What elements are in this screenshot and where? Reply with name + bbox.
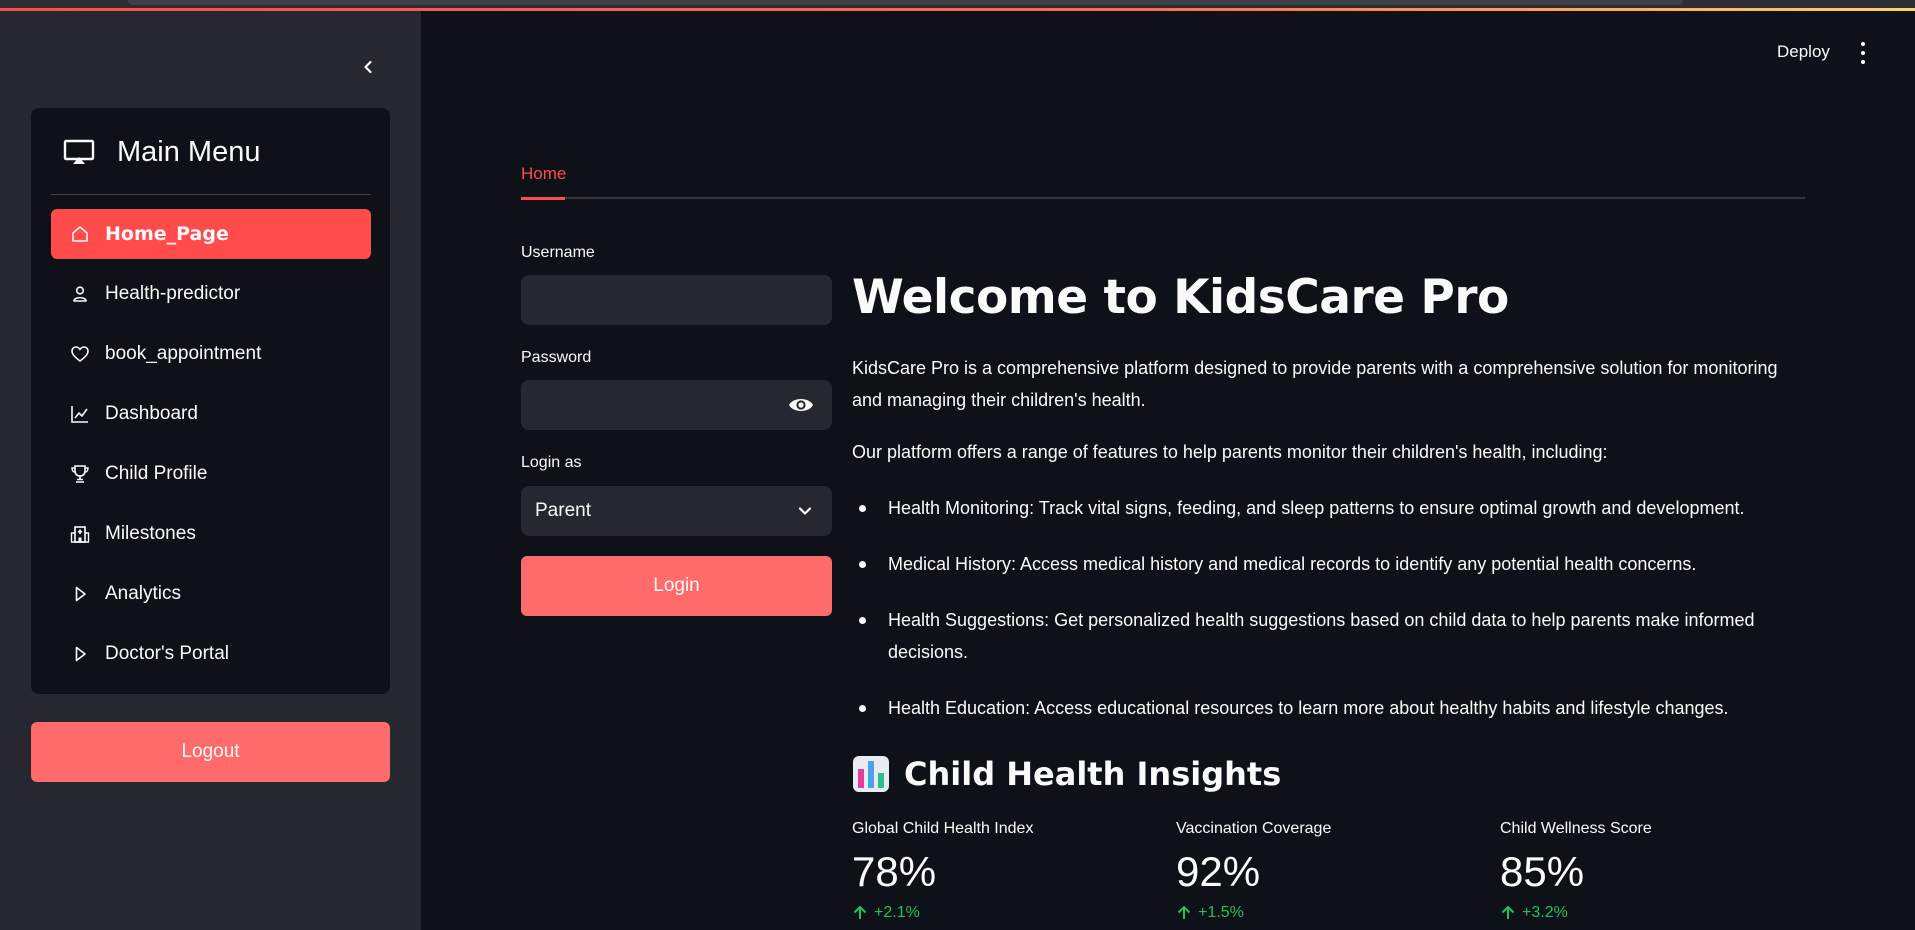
metric-value: 92% xyxy=(1176,848,1261,895)
arrow-up-icon xyxy=(1177,905,1191,919)
insights-title: Child Health Insights xyxy=(904,755,1282,793)
metric-value: 85% xyxy=(1500,848,1585,895)
sidebar-item-label: Analytics xyxy=(105,583,182,604)
username-label: Username xyxy=(521,244,595,261)
browser-top-strip xyxy=(0,0,1915,11)
metric-card: Global Child Health Index 78% +2.1% xyxy=(852,820,1152,922)
login-as-select[interactable]: Parent xyxy=(521,486,832,536)
active-tab-indicator xyxy=(521,197,565,200)
sidebar-nav: Home_Page Health-predictor book_appointm… xyxy=(51,209,371,689)
hospital-icon xyxy=(69,523,91,545)
chevron-down-icon xyxy=(798,507,812,515)
eye-icon[interactable] xyxy=(788,394,814,416)
login-as-value: Parent xyxy=(535,500,591,521)
graph-up-icon xyxy=(69,403,91,425)
play-triangle-icon xyxy=(69,583,91,605)
intro-paragraph: KidsCare Pro is a comprehensive platform… xyxy=(852,358,1778,410)
metric-card: Vaccination Coverage 92% +1.5% xyxy=(1176,820,1476,922)
sidebar: Main Menu Home_Page Health-predictor boo… xyxy=(0,11,421,930)
metric-delta: +1.5% xyxy=(1176,904,1476,922)
menu-divider xyxy=(51,194,371,195)
logout-button[interactable]: Logout xyxy=(31,722,390,782)
sidebar-item-label: Dashboard xyxy=(105,403,198,424)
tab-home[interactable]: Home xyxy=(521,164,566,184)
tab-bar: Home xyxy=(521,160,1805,200)
arrow-up-icon xyxy=(1501,905,1515,919)
cast-icon xyxy=(63,139,95,164)
sidebar-item-analytics[interactable]: Analytics xyxy=(51,569,371,619)
metric-card: Child Wellness Score 85% +3.2% xyxy=(1500,820,1800,922)
sidebar-item-child-profile[interactable]: Child Profile xyxy=(51,449,371,499)
features-list: Health Monitoring: Track vital signs, fe… xyxy=(852,492,1812,748)
list-item: Health Monitoring: Track vital signs, fe… xyxy=(852,492,1812,524)
main-menu-card: Main Menu Home_Page Health-predictor boo… xyxy=(31,108,390,694)
username-field[interactable] xyxy=(521,275,832,325)
metric-delta: +3.2% xyxy=(1500,904,1800,922)
metric-delta-value: +2.1% xyxy=(874,904,920,921)
house-icon xyxy=(69,223,91,245)
sidebar-item-health-predictor[interactable]: Health-predictor xyxy=(51,269,371,319)
play-triangle-icon xyxy=(69,643,91,665)
list-item: Health Suggestions: Get personalized hea… xyxy=(852,604,1812,668)
list-item: Health Education: Access educational res… xyxy=(852,692,1812,724)
login-button[interactable]: Login xyxy=(521,556,832,616)
more-menu-icon[interactable] xyxy=(1853,42,1873,64)
arrow-up-icon xyxy=(853,905,867,919)
sidebar-item-milestones[interactable]: Milestones xyxy=(51,509,371,559)
metric-label: Global Child Health Index xyxy=(852,820,1034,837)
deploy-button[interactable]: Deploy xyxy=(1777,42,1830,62)
sidebar-item-label: book_appointment xyxy=(105,343,262,364)
list-item: Medical History: Access medical history … xyxy=(852,548,1812,580)
sidebar-item-home-page[interactable]: Home_Page xyxy=(51,209,371,259)
sidebar-item-label: Milestones xyxy=(105,523,196,544)
chevron-left-icon xyxy=(364,60,372,74)
sidebar-item-label: Doctor's Portal xyxy=(105,643,230,664)
metric-delta-value: +1.5% xyxy=(1198,904,1244,921)
metric-value: 78% xyxy=(852,848,937,895)
metric-label: Child Wellness Score xyxy=(1500,820,1652,837)
bar-chart-emoji-icon xyxy=(853,756,889,792)
collapse-sidebar-button[interactable] xyxy=(356,55,380,79)
page-title: Welcome to KidsCare Pro xyxy=(852,270,1509,325)
metric-label: Vaccination Coverage xyxy=(1176,820,1332,837)
login-as-label: Login as xyxy=(521,454,582,471)
menu-header: Main Menu xyxy=(63,132,369,172)
password-label: Password xyxy=(521,349,592,366)
sidebar-item-dashboard[interactable]: Dashboard xyxy=(51,389,371,439)
trophy-icon xyxy=(69,463,91,485)
sidebar-item-doctors-portal[interactable]: Doctor's Portal xyxy=(51,629,371,679)
person-icon xyxy=(69,283,91,305)
insights-header: Child Health Insights xyxy=(852,752,1281,796)
address-bar-edge xyxy=(128,0,1683,5)
password-field[interactable] xyxy=(521,380,832,430)
features-intro: Our platform offers a range of features … xyxy=(852,442,1608,462)
sidebar-item-label: Health-predictor xyxy=(105,283,241,304)
tab-baseline xyxy=(521,197,1805,199)
menu-title: Main Menu xyxy=(117,135,261,168)
heart-icon xyxy=(69,343,91,365)
metric-delta: +2.1% xyxy=(852,904,1152,922)
sidebar-item-label: Home_Page xyxy=(105,223,229,245)
sidebar-item-book-appointment[interactable]: book_appointment xyxy=(51,329,371,379)
sidebar-item-label: Child Profile xyxy=(105,463,208,484)
metric-delta-value: +3.2% xyxy=(1522,904,1568,921)
